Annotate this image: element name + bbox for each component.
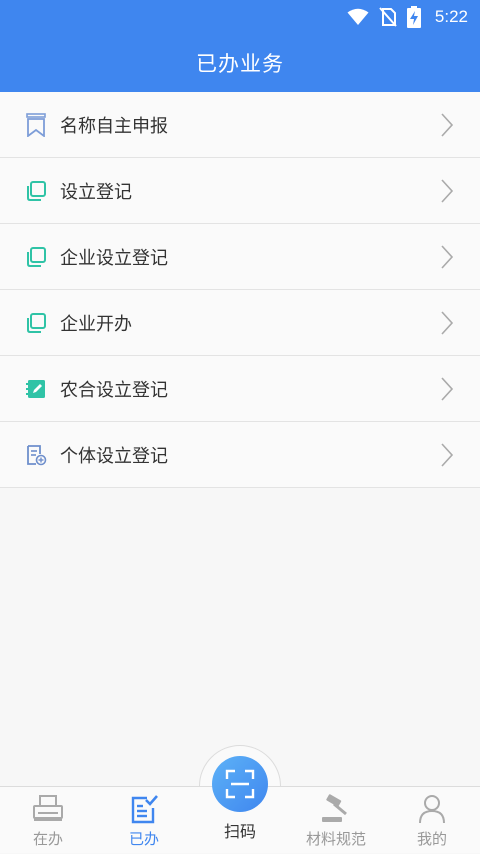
tab-label: 材料规范 bbox=[305, 830, 366, 848]
scan-button[interactable] bbox=[212, 756, 268, 812]
tab-label: 已办 bbox=[128, 830, 159, 848]
list-item-label: 农合设立登记 bbox=[60, 379, 168, 401]
chevron-right-icon bbox=[441, 113, 454, 137]
list-item-label: 设立登记 bbox=[60, 181, 132, 203]
scan-icon bbox=[225, 769, 255, 799]
copy-icon bbox=[24, 311, 48, 335]
tab-label: 在办 bbox=[32, 830, 63, 848]
user-icon bbox=[418, 793, 446, 825]
status-time: 5:22 bbox=[434, 7, 468, 26]
list-item-label: 企业设立登记 bbox=[60, 247, 168, 269]
tab-pending[interactable]: 在办 bbox=[0, 787, 96, 854]
page-title: 已办业务 bbox=[196, 52, 284, 76]
tab-mine[interactable]: 我的 bbox=[384, 787, 480, 854]
list-item-individual-registration[interactable]: 个体设立登记 bbox=[0, 422, 480, 488]
list-item-label: 企业开办 bbox=[60, 313, 132, 335]
list-item-label: 名称自主申报 bbox=[60, 115, 168, 137]
edit-note-icon bbox=[24, 377, 48, 401]
title-bar: 已办业务 bbox=[0, 34, 480, 92]
tab-label: 我的 bbox=[416, 830, 447, 848]
status-bar: 5:22 bbox=[0, 0, 480, 34]
tab-materials[interactable]: 材料规范 bbox=[288, 787, 384, 854]
chevron-right-icon bbox=[441, 443, 454, 467]
list-item-enterprise-opening[interactable]: 企业开办 bbox=[0, 290, 480, 356]
list-item-registration[interactable]: 设立登记 bbox=[0, 158, 480, 224]
chevron-right-icon bbox=[441, 245, 454, 269]
copy-icon bbox=[24, 179, 48, 203]
list-item-cooperative-registration[interactable]: 农合设立登记 bbox=[0, 356, 480, 422]
chevron-right-icon bbox=[441, 179, 454, 203]
scan-label: 扫码 bbox=[223, 822, 256, 841]
list-item-enterprise-registration[interactable]: 企业设立登记 bbox=[0, 224, 480, 290]
list-item-name-declaration[interactable]: 名称自主申报 bbox=[0, 92, 480, 158]
chevron-right-icon bbox=[441, 377, 454, 401]
task-done-icon bbox=[129, 793, 159, 825]
wifi-icon bbox=[347, 8, 369, 25]
tab-done[interactable]: 已办 bbox=[96, 787, 192, 854]
bookmark-icon bbox=[24, 112, 48, 137]
gavel-icon bbox=[320, 793, 352, 825]
business-list: 名称自主申报 设立登记 企业设立登记 企业开办 农合设立登记 个体设立登记 bbox=[0, 92, 480, 488]
list-item-label: 个体设立登记 bbox=[60, 445, 168, 467]
chevron-right-icon bbox=[441, 311, 454, 335]
battery-charging-icon bbox=[406, 6, 421, 28]
document-add-icon bbox=[24, 443, 48, 467]
no-sim-icon bbox=[379, 7, 397, 27]
copy-icon bbox=[24, 245, 48, 269]
printer-icon bbox=[32, 793, 64, 825]
